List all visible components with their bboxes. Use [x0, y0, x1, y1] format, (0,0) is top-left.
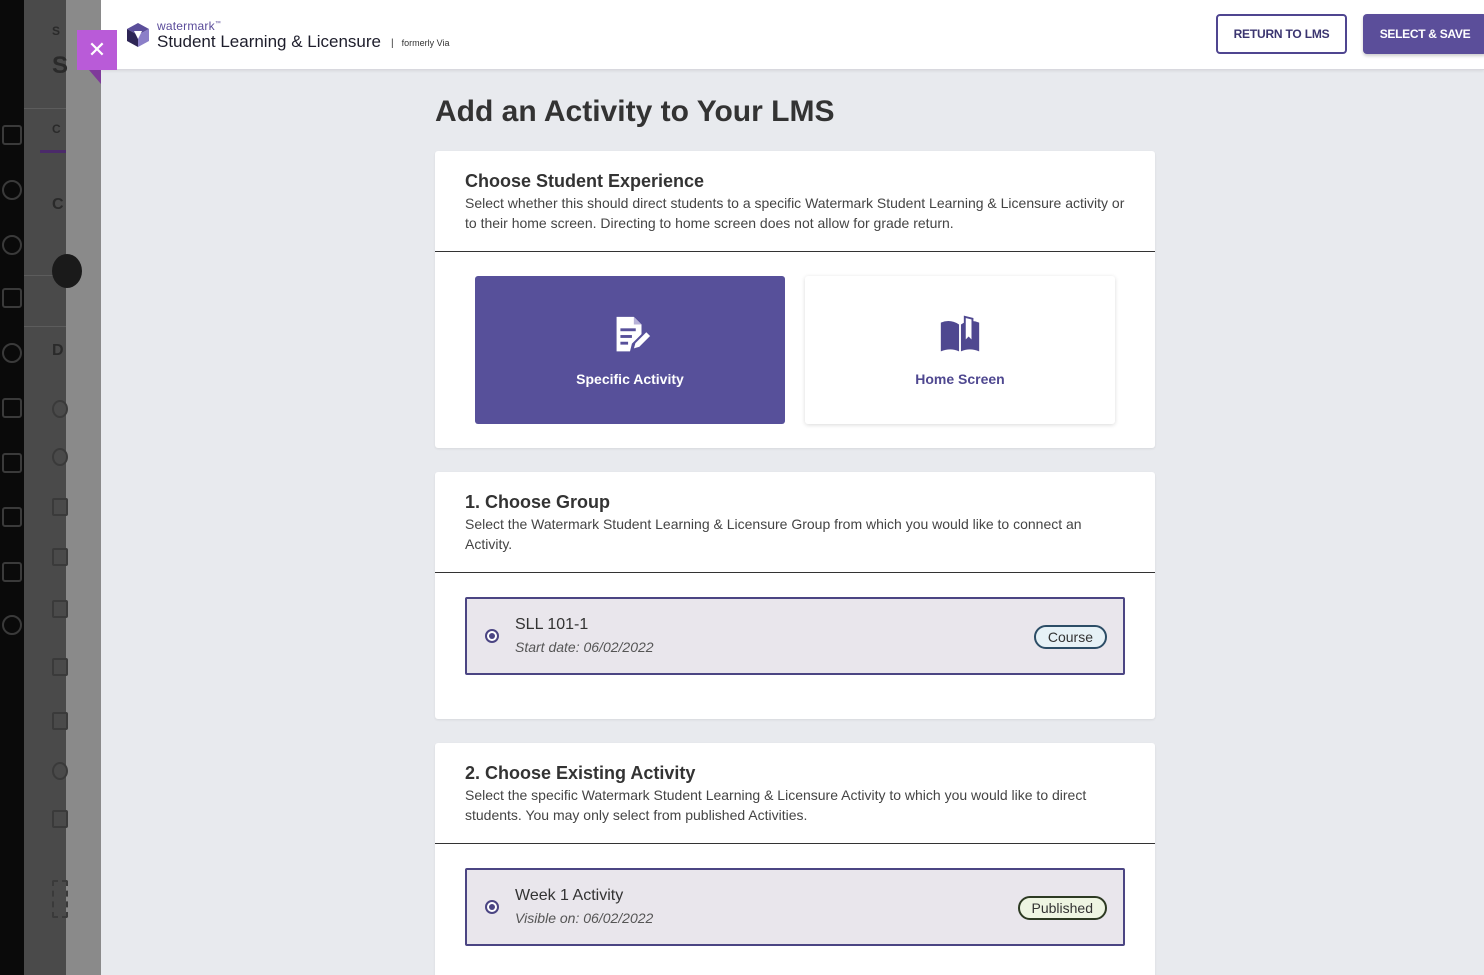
watermark-logo-icon — [127, 23, 149, 47]
published-badge: Published — [1017, 896, 1107, 920]
people-icon — [52, 448, 68, 466]
group-option[interactable]: SLL 101-1 Start date: 06/02/2022 Course — [465, 597, 1125, 675]
choose-activity-card: 2. Choose Existing Activity Select the s… — [435, 743, 1155, 975]
active-tab-indicator — [40, 150, 66, 153]
courses-icon — [2, 288, 22, 308]
return-to-lms-button[interactable]: RETURN TO LMS — [1216, 14, 1347, 54]
option-label: Home Screen — [915, 371, 1005, 387]
activity-name: Week 1 Activity — [515, 887, 624, 904]
help-icon — [2, 615, 22, 635]
specific-activity-option[interactable]: Specific Activity — [475, 276, 785, 424]
group-name: SLL 101-1 — [515, 616, 589, 633]
clipboard-icon — [52, 810, 68, 828]
calendar-icon — [2, 398, 22, 418]
course-badge: Course — [1033, 625, 1107, 649]
lms-letter: C — [52, 196, 64, 213]
brand-wordmark: watermark — [157, 19, 215, 33]
choose-group-card: 1. Choose Group Select the Watermark Stu… — [435, 472, 1155, 719]
lms-letter: S — [52, 52, 69, 79]
lms-nav-rail — [0, 0, 24, 975]
radio-selected[interactable] — [485, 629, 499, 643]
lock-icon — [52, 548, 68, 566]
avatar — [52, 254, 82, 288]
link-icon — [52, 762, 68, 780]
groups-icon — [2, 343, 22, 363]
header-bar: watermark™ Student Learning & Licensure … — [101, 0, 1484, 70]
globe-icon — [2, 235, 22, 255]
divider — [24, 108, 66, 109]
radio-selected[interactable] — [485, 900, 499, 914]
search-icon — [52, 400, 68, 418]
document-edit-icon — [616, 316, 653, 352]
placeholder-icon — [52, 880, 68, 918]
divider — [24, 326, 66, 327]
lms-content-edge — [66, 0, 101, 975]
history-icon — [2, 507, 22, 527]
lms-course-sidebar — [24, 0, 66, 975]
page-title: Add an Activity to Your LMS — [435, 95, 835, 128]
section-title: 1. Choose Group — [465, 492, 611, 512]
inbox-icon — [2, 453, 22, 473]
section-title: Choose Student Experience — [465, 171, 705, 191]
institution-icon — [2, 125, 22, 145]
section-title: 2. Choose Existing Activity — [465, 763, 696, 783]
section-divider — [435, 843, 1155, 844]
brand: watermark™ Student Learning & Licensure … — [125, 18, 449, 52]
open-book-icon — [940, 315, 980, 352]
home-screen-option[interactable]: Home Screen — [805, 276, 1115, 424]
section-description: Select the specific Watermark Student Le… — [465, 787, 1087, 823]
product-name: Student Learning & Licensure — [157, 32, 381, 51]
lms-letter: S — [52, 24, 61, 38]
close-button-fold — [89, 70, 101, 84]
image-icon — [52, 498, 68, 516]
select-and-save-button[interactable]: SELECT & SAVE — [1363, 14, 1484, 54]
section-description: Select whether this should direct studen… — [465, 195, 1125, 231]
section-divider — [435, 251, 1155, 252]
file-icon — [52, 600, 68, 618]
activity-visible-date: Visible on: 06/02/2022 — [515, 910, 654, 926]
section-description: Select the Watermark Student Learning & … — [465, 516, 1082, 552]
brand-separator: | — [391, 37, 394, 49]
commons-icon — [2, 562, 22, 582]
document-icon — [52, 658, 68, 676]
background-lms-page: S S C C D — [0, 0, 101, 975]
close-button[interactable]: ✕ — [77, 30, 117, 70]
formerly-label: formerly Via — [401, 38, 450, 48]
option-label: Specific Activity — [576, 371, 684, 387]
trademark: ™ — [214, 21, 222, 27]
account-icon — [2, 180, 22, 200]
lms-letter: C — [52, 122, 61, 136]
flag-icon — [52, 712, 68, 730]
student-experience-card: Choose Student Experience Select whether… — [435, 151, 1155, 448]
lms-letter: D — [52, 342, 64, 359]
activity-option[interactable]: Week 1 Activity Visible on: 06/02/2022 P… — [465, 868, 1125, 946]
section-divider — [435, 572, 1155, 573]
lti-selection-modal: watermark™ Student Learning & Licensure … — [101, 0, 1484, 975]
group-start-date: Start date: 06/02/2022 — [515, 639, 654, 655]
